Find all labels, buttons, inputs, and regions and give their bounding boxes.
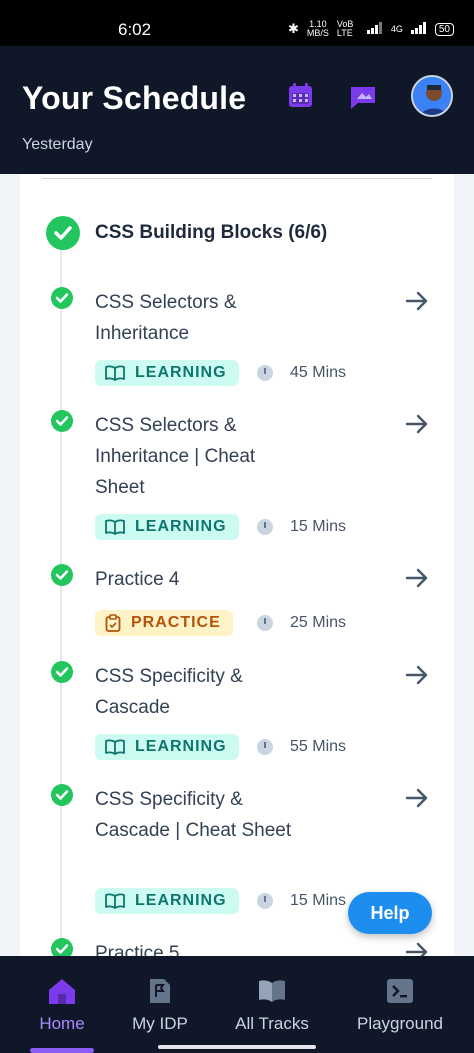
check-icon (51, 784, 73, 806)
badge-label: LEARNING (135, 518, 227, 535)
schedule-content[interactable]: CSS Building Blocks (6/6) CSS Selectors … (0, 174, 474, 956)
clipboard-icon (105, 614, 121, 632)
active-tab-indicator (30, 1048, 94, 1053)
book-icon (105, 739, 125, 755)
battery-icon: 50 (434, 22, 454, 36)
message-icon[interactable] (348, 84, 378, 115)
status-icons: ✱ 1.10 MB/S VoB LTE 4G 50 (288, 20, 454, 38)
badge-label: LEARNING (135, 892, 227, 909)
item-duration: 55 Mins (290, 738, 347, 755)
page-subtitle: Yesterday (22, 136, 93, 153)
item-duration: 45 Mins (290, 364, 347, 381)
book-icon (105, 519, 125, 535)
schedule-card: CSS Building Blocks (6/6) CSS Selectors … (20, 174, 454, 956)
learning-badge: LEARNING (95, 514, 239, 540)
page-title: Your Schedule (22, 80, 247, 116)
item-title: CSS Specificity & Cascade | Cheat Sheet (95, 789, 292, 841)
header: Your Schedule Yesterday (0, 46, 474, 174)
learning-badge: LEARNING (95, 734, 239, 760)
clock-icon (257, 519, 273, 535)
item-title: CSS Selectors & Inheritance (95, 292, 237, 344)
badge-label: LEARNING (135, 364, 227, 381)
nav-label: My IDP (132, 1014, 188, 1033)
nav-label: All Tracks (235, 1014, 309, 1033)
nav-home[interactable]: Home (22, 956, 102, 1053)
nav-label: Home (39, 1014, 85, 1033)
book-icon (105, 893, 125, 909)
item-title: CSS Specificity & Cascade (95, 666, 243, 718)
bluetooth-icon: ✱ (287, 21, 299, 36)
network-speed: 1.10 MB/S (307, 20, 329, 38)
badge-label: LEARNING (135, 738, 227, 755)
arrow-right-icon[interactable] (405, 942, 429, 956)
arrow-right-icon[interactable] (405, 788, 429, 813)
arrow-right-icon[interactable] (405, 414, 429, 439)
signal-icon-2 (410, 22, 427, 36)
home-icon (47, 976, 77, 1006)
arrow-right-icon[interactable] (405, 665, 429, 690)
status-bar: 6:02 ✱ 1.10 MB/S VoB LTE 4G 50 (0, 0, 474, 46)
clock-icon (257, 893, 273, 909)
clock-icon (257, 615, 273, 631)
check-icon (51, 938, 73, 956)
document-flag-icon (148, 976, 172, 1006)
item-duration: 15 Mins (290, 518, 347, 535)
clock-icon (257, 365, 273, 381)
item-duration: 25 Mins (290, 614, 347, 631)
signal-icon (366, 22, 383, 36)
learning-badge: LEARNING (95, 888, 239, 914)
check-icon (51, 287, 73, 309)
arrow-right-icon[interactable] (405, 291, 429, 316)
nav-label: Playground (356, 1014, 443, 1033)
practice-badge: PRACTICE (95, 610, 233, 636)
check-icon (51, 661, 73, 683)
section-title: CSS Building Blocks (6/6) (95, 222, 328, 243)
badge-label: PRACTICE (131, 614, 221, 631)
check-icon (51, 410, 73, 432)
book-icon (105, 365, 125, 381)
book-open-icon (257, 976, 287, 1006)
check-icon (51, 564, 73, 586)
gesture-bar[interactable] (158, 1045, 316, 1049)
nav-playground[interactable]: Playground (350, 956, 450, 1053)
terminal-icon (386, 976, 414, 1006)
nav-my-idp[interactable]: My IDP (120, 956, 200, 1053)
divider (42, 178, 432, 179)
network-4g-label: 4G (390, 24, 403, 34)
clock-icon (257, 739, 273, 755)
arrow-right-icon[interactable] (405, 568, 429, 593)
item-duration: 15 Mins (290, 892, 347, 909)
status-time: 6:02 (118, 20, 152, 39)
timeline-line (60, 244, 62, 956)
help-button[interactable]: Help (348, 892, 432, 934)
item-title: CSS Selectors & Inheritance | Cheat Shee… (95, 415, 256, 498)
avatar[interactable] (411, 75, 453, 117)
nav-all-tracks[interactable]: All Tracks (222, 956, 322, 1053)
speed-unit: MB/S (306, 28, 329, 38)
bottom-nav: Home My IDP All Tracks Playground (0, 956, 474, 1053)
calendar-icon[interactable] (287, 82, 314, 114)
section-check-icon (46, 216, 80, 250)
volte-label: VoB LTE (336, 19, 354, 38)
item-title: Practice 5 (95, 943, 180, 956)
item-title: Practice 4 (95, 569, 180, 590)
learning-badge: LEARNING (95, 360, 239, 386)
